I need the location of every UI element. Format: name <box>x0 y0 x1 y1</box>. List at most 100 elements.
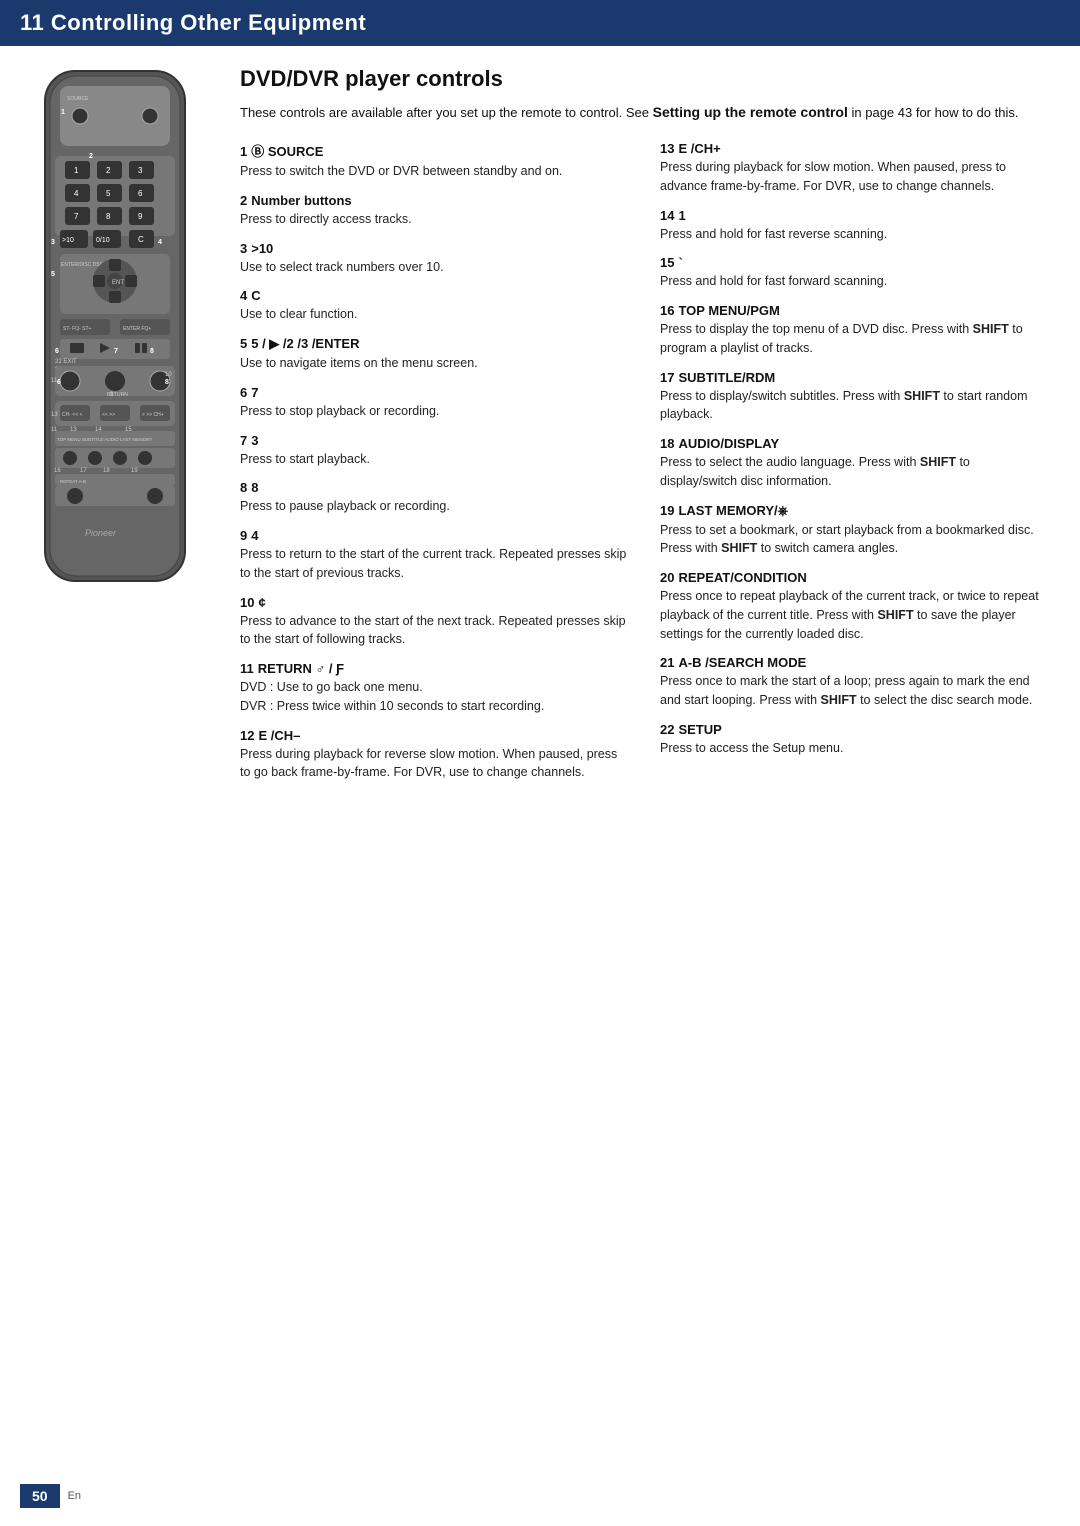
ctrl-num-4: 4 <box>240 288 247 303</box>
ctrl-label-8: 8 <box>251 480 258 495</box>
control-9: 9 4 Press to return to the start of the … <box>240 528 630 583</box>
shift-ref-16: SHIFT <box>973 322 1009 336</box>
svg-text:TOP MENU SUBTITLE AUDIO LAS: TOP MENU SUBTITLE AUDIO LAST MEMORY <box>57 437 152 442</box>
ctrl-num-15: 15 <box>660 255 674 270</box>
ctrl-num-11: 11 <box>240 661 254 676</box>
svg-text:13: 13 <box>51 412 58 418</box>
controls-right-col: 13 E /CH+ Press during playback for slow… <box>660 141 1050 794</box>
ctrl-label-7: 3 <box>251 433 258 448</box>
svg-text:2: 2 <box>106 166 111 175</box>
ctrl-num-1: 1 <box>240 144 247 159</box>
ctrl-label-21: A-B /SEARCH MODE <box>678 655 806 670</box>
svg-text:9: 9 <box>138 212 143 221</box>
svg-text:Pioneer: Pioneer <box>85 528 117 538</box>
ctrl-label-17: SUBTITLE/RDM <box>678 370 775 385</box>
ctrl-label-12: e /CH– <box>258 728 300 743</box>
ctrl-num-8: 8 <box>240 480 247 495</box>
remote-image: SOURCE 1 1 2 3 4 5 6 <box>25 66 205 589</box>
svg-text:19: 19 <box>131 468 138 474</box>
footer: 50 En <box>0 1484 1080 1508</box>
intro-paragraph: These controls are available after you s… <box>240 102 1050 123</box>
ctrl-desc-3: Use to select track numbers over 10. <box>240 258 630 277</box>
ctrl-label-13: E /CH+ <box>678 141 720 156</box>
svg-text:SOURCE: SOURCE <box>67 96 89 102</box>
ctrl-desc-18: Press to select the audio language. Pres… <box>660 453 1050 491</box>
ctrl-desc-11: DVD : Use to go back one menu. DVR : Pre… <box>240 678 630 716</box>
ctrl-desc-17: Press to display/switch subtitles. Press… <box>660 387 1050 425</box>
remote-image-col: SOURCE 1 1 2 3 4 5 6 <box>0 46 220 814</box>
ctrl-num-12: 12 <box>240 728 254 743</box>
ctrl-desc-4: Use to clear function. <box>240 305 630 324</box>
remote-svg: SOURCE 1 1 2 3 4 5 6 <box>25 66 205 586</box>
ctrl-label-3: >10 <box>251 241 273 256</box>
shift-ref-19: SHIFT <box>721 541 757 555</box>
svg-text:18: 18 <box>103 468 110 474</box>
ctrl-desc-13: Press during playback for slow motion. W… <box>660 158 1050 196</box>
ctrl-num-10: 10 <box>240 595 254 610</box>
control-5: 5 5 / ▶ /2 /3 /ENTER Use to navigate ite… <box>240 336 630 373</box>
svg-text:4: 4 <box>158 239 162 246</box>
footer-lang: En <box>68 1490 81 1502</box>
ctrl-num-22: 22 <box>660 722 674 737</box>
ctrl-desc-22: Press to access the Setup menu. <box>660 739 1050 758</box>
ctrl-desc-15: Press and hold for fast forward scanning… <box>660 272 1050 291</box>
ctrl-desc-9: Press to return to the start of the curr… <box>240 545 630 583</box>
ctrl-num-18: 18 <box>660 436 674 451</box>
section-title: DVD/DVR player controls <box>240 66 1050 92</box>
ctrl-num-6: 6 <box>240 385 247 400</box>
ctrl-desc-20: Press once to repeat playback of the cur… <box>660 587 1050 643</box>
ctrl-num-3: 3 <box>240 241 247 256</box>
control-18: 18 AUDIO/DISPLAY Press to select the aud… <box>660 436 1050 491</box>
svg-text:1: 1 <box>74 166 79 175</box>
ctrl-label-22: SETUP <box>678 722 721 737</box>
svg-text:ENTER/DISC DSP: ENTER/DISC DSP <box>61 262 104 268</box>
intro-bold: Setting up the remote control <box>653 104 848 120</box>
ctrl-num-14: 14 <box>660 208 674 223</box>
svg-text:3: 3 <box>51 239 55 246</box>
svg-text:> >> CH+: > >> CH+ <box>142 412 164 418</box>
controls-left-col: 1 Ⓑ SOURCE Press to switch the DVD or DV… <box>240 141 630 794</box>
control-4: 4 C Use to clear function. <box>240 288 630 324</box>
control-21: 21 A-B /SEARCH MODE Press once to mark t… <box>660 655 1050 710</box>
svg-text:0/10: 0/10 <box>96 237 110 244</box>
ctrl-num-13: 13 <box>660 141 674 156</box>
ctrl-num-20: 20 <box>660 570 674 585</box>
control-22: 22 SETUP Press to access the Setup menu. <box>660 722 1050 758</box>
svg-text:3: 3 <box>138 166 143 175</box>
control-20: 20 REPEAT/CONDITION Press once to repeat… <box>660 570 1050 643</box>
ctrl-label-6: 7 <box>251 385 258 400</box>
ctrl-num-19: 19 <box>660 503 674 518</box>
header-title: Controlling Other Equipment <box>51 10 366 35</box>
ctrl-desc-19: Press to set a bookmark, or start playba… <box>660 521 1050 559</box>
svg-text:16: 16 <box>54 468 61 474</box>
chapter-number: 11 <box>20 10 44 35</box>
ctrl-label-1: Ⓑ SOURCE <box>251 141 323 160</box>
svg-text:<< >>: << >> <box>102 412 115 418</box>
svg-text:8: 8 <box>165 379 169 386</box>
svg-text:ST- FQ- ST+: ST- FQ- ST+ <box>63 326 92 332</box>
svg-text:7: 7 <box>74 212 79 221</box>
svg-text:17: 17 <box>80 468 87 474</box>
ctrl-num-5: 5 <box>240 336 247 351</box>
control-12: 12 e /CH– Press during playback for reve… <box>240 728 630 783</box>
ctrl-label-16: TOP MENU/PGM <box>678 303 779 318</box>
ctrl-label-20: REPEAT/CONDITION <box>678 570 806 585</box>
ctrl-label-9: 4 <box>251 528 258 543</box>
page-number: 50 <box>20 1484 60 1508</box>
control-19: 19 LAST MEMORY/⎈ Press to set a bookmark… <box>660 503 1050 559</box>
control-2: 2 Number buttons Press to directly acces… <box>240 193 630 229</box>
ctrl-label-2: Number buttons <box>251 193 351 208</box>
ctrl-desc-1: Press to switch the DVD or DVR between s… <box>240 162 630 181</box>
ctrl-desc-6: Press to stop playback or recording. <box>240 402 630 421</box>
ctrl-desc-2: Press to directly access tracks. <box>240 210 630 229</box>
ctrl-label-18: AUDIO/DISPLAY <box>678 436 779 451</box>
control-1: 1 Ⓑ SOURCE Press to switch the DVD or DV… <box>240 141 630 181</box>
ctrl-num-17: 17 <box>660 370 674 385</box>
ctrl-label-11: RETURN ♂ / ƒ <box>258 661 344 676</box>
svg-text:1: 1 <box>61 109 65 116</box>
control-3: 3 >10 Use to select track numbers over 1… <box>240 241 630 277</box>
svg-text:11: 11 <box>51 378 58 384</box>
intro-text: These controls are available after you s… <box>240 105 649 120</box>
svg-text:6: 6 <box>57 379 61 386</box>
svg-text:6: 6 <box>55 348 59 355</box>
